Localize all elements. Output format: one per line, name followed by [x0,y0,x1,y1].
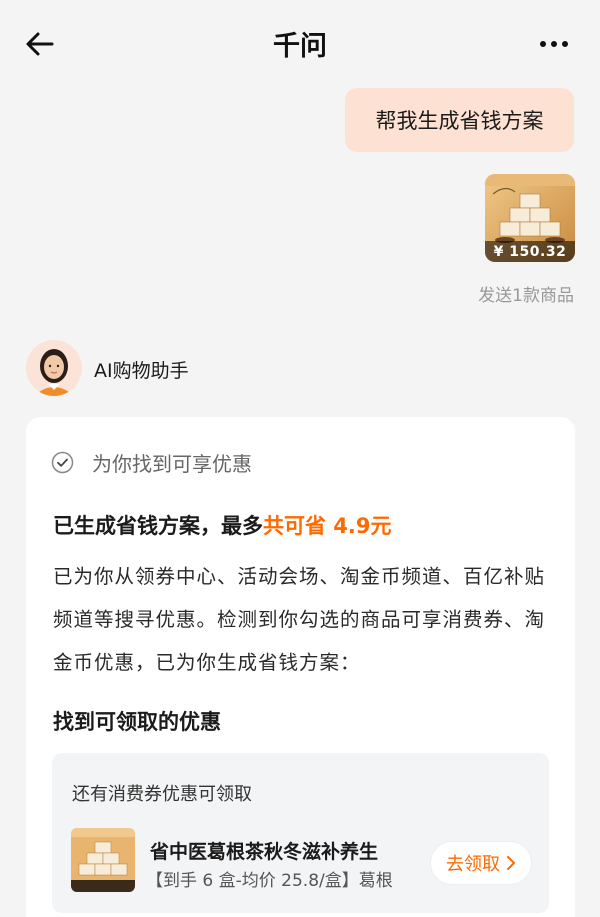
coupon-product-thumbnail[interactable] [71,828,135,892]
plan-description: 已为你从领券中心、活动会场、淘金币频道、百亿补贴频道等搜寻优惠。检测到你勾选的商… [53,565,546,674]
assistant-avatar [26,340,82,396]
assistant-answer-card: 为你找到可享优惠 已生成省钱方案，最多共可省 4.9元 已为你从领券中心、活动会… [26,417,575,917]
coupon-hint: 还有消费券优惠可领取 [72,784,252,805]
coupon-product-image [71,828,135,892]
plan-title-prefix: 已生成省钱方案，最多 [53,514,263,538]
top-bar: 千问 [0,0,600,88]
chevron-right-icon [507,856,515,870]
product-price: ¥ 150.32 [485,241,575,262]
page-title: 千问 [273,31,327,62]
coupon-product-subtitle: 【到手 6 盒-均价 25.8/盒】葛根 [146,871,393,891]
assistant-name: AI购物助手 [94,360,189,382]
check-circle-icon [51,451,74,474]
coupon-offer-box: 还有消费券优惠可领取 省中医葛根茶秋冬滋补养生 【到手 6 盒-均价 25.8/… [52,753,549,913]
more-dots-icon [540,41,568,47]
claim-coupon-button[interactable]: 去领取 [430,841,532,885]
sent-items-note: 发送1款商品 [478,286,574,306]
sent-product-thumbnail[interactable]: ¥ 150.32 [485,174,575,262]
coupon-product-name: 省中医葛根茶秋冬滋补养生 [150,841,379,863]
user-message-bubble: 帮我生成省钱方案 [345,88,574,152]
claim-label: 去领取 [446,854,500,875]
status-row: 为你找到可享优惠 [51,448,252,477]
status-text: 为你找到可享优惠 [92,452,252,476]
found-offers-title: 找到可领取的优惠 [53,710,221,734]
savings-highlight: 共可省 4.9元 [263,514,392,538]
more-button[interactable] [538,30,570,58]
assistant-avatar-image [26,340,82,396]
plan-title: 已生成省钱方案，最多共可省 4.9元 [53,510,392,540]
